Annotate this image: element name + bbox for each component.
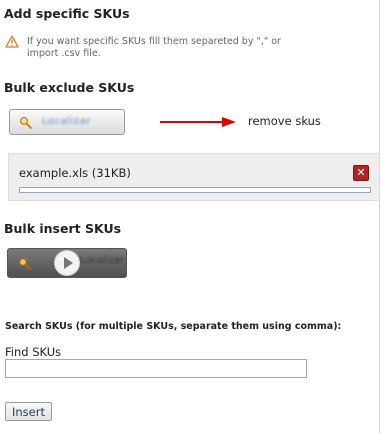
close-icon: ✕ [356, 166, 366, 179]
annotation-remove-skus: remove skus [248, 114, 321, 128]
find-skus-input[interactable] [5, 359, 307, 378]
insert-button[interactable]: Insert [5, 402, 52, 421]
warning-icon [5, 33, 19, 48]
exclude-locate-button[interactable]: Localizar [9, 109, 125, 135]
find-skus-label: Find SKUs [5, 345, 62, 359]
search-file-icon [18, 256, 32, 271]
bulk-insert-title: Bulk insert SKUs [4, 221, 122, 236]
insert-locate-label: Localizar [80, 255, 125, 266]
warning-text-line2: import .csv file. [27, 48, 101, 59]
upload-progress-bar [19, 187, 371, 193]
panel-right-border [379, 0, 380, 433]
uploaded-file-name: example.xls (31KB) [19, 166, 131, 180]
search-file-icon [19, 115, 33, 130]
exclude-locate-label: Localizar [42, 116, 91, 127]
insert-locate-button[interactable]: Localizar [7, 248, 127, 278]
add-skus-title: Add specific SKUs [4, 6, 130, 21]
warning-text-line1: If you want specific SKUs fill them sepa… [27, 36, 281, 47]
search-instruction: Search SKUs (for multiple SKUs, separate… [5, 321, 342, 332]
bulk-exclude-title: Bulk exclude SKUs [4, 80, 135, 95]
play-button[interactable] [54, 250, 80, 276]
remove-file-button[interactable]: ✕ [353, 165, 369, 181]
annotation-arrow-icon [160, 114, 238, 128]
play-icon [64, 257, 73, 269]
uploaded-file-panel: example.xls (31KB) ✕ [8, 153, 380, 201]
